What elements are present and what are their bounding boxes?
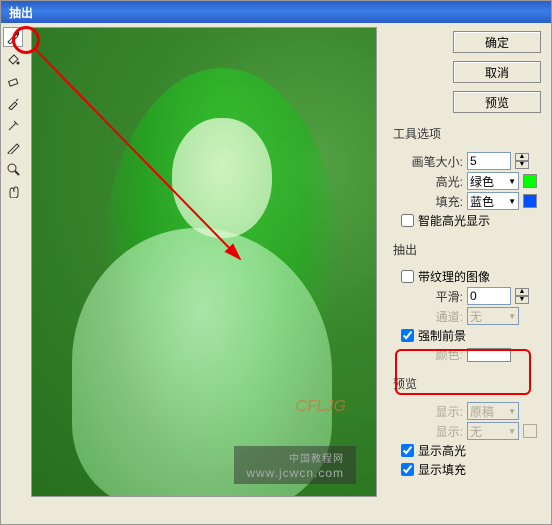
force-fg-label: 强制前景 — [418, 327, 466, 344]
display-select: 无▼ — [467, 422, 519, 440]
ok-button[interactable]: 确定 — [453, 31, 541, 53]
bucket-icon — [6, 52, 20, 66]
touchup-icon — [6, 140, 20, 154]
hand-tool[interactable] — [3, 181, 23, 201]
display-swatch — [523, 424, 537, 438]
watermark-url-text: www.jcwcn.com — [246, 466, 344, 480]
show-fill-label: 显示填充 — [418, 461, 466, 478]
channel-select: 无▼ — [467, 307, 519, 325]
cleanup-tool[interactable] — [3, 115, 23, 135]
force-fg-checkbox[interactable] — [401, 329, 414, 342]
tool-options-title: 工具选项 — [393, 125, 541, 142]
brush-size-label: 画笔大小: — [401, 153, 463, 170]
edge-touchup-tool[interactable] — [3, 137, 23, 157]
dialog-title: 抽出 — [9, 6, 33, 20]
eraser-icon — [6, 74, 20, 88]
smart-highlight-checkbox[interactable] — [401, 214, 414, 227]
eyedropper-icon — [6, 96, 20, 110]
cleanup-icon — [6, 118, 20, 132]
options-panel: 确定 取消 预览 工具选项 画笔大小: ▲▼ 高光: 绿色▼ 填充: 蓝色▼ — [383, 23, 551, 524]
smooth-stepper[interactable]: ▲▼ — [515, 288, 529, 304]
textured-checkbox[interactable] — [401, 270, 414, 283]
highlight-select[interactable]: 绿色▼ — [467, 172, 519, 190]
smart-highlight-label: 智能高光显示 — [418, 212, 490, 229]
show-highlight-checkbox[interactable] — [401, 444, 414, 457]
extract-title: 抽出 — [393, 241, 541, 258]
channel-label: 通道: — [401, 308, 463, 325]
annotation-arrow — [30, 44, 260, 274]
fill-select[interactable]: 蓝色▼ — [467, 192, 519, 210]
fill-swatch[interactable] — [523, 194, 537, 208]
show-fill-checkbox[interactable] — [401, 463, 414, 476]
fill-label: 填充: — [401, 193, 463, 210]
tool-strip — [1, 23, 25, 524]
watermark-brand: CFLJG — [295, 398, 346, 416]
eyedropper-tool[interactable] — [3, 93, 23, 113]
zoom-tool[interactable] — [3, 159, 23, 179]
smooth-label: 平滑: — [401, 288, 463, 305]
titlebar: 抽出 — [1, 1, 551, 23]
show-label: 显示: — [401, 403, 463, 420]
cancel-button[interactable]: 取消 — [453, 61, 541, 83]
brush-size-input[interactable] — [467, 152, 511, 170]
smooth-input[interactable] — [467, 287, 511, 305]
highlight-label: 高光: — [401, 173, 463, 190]
watermark-cn: 中国教程网 — [246, 450, 344, 465]
annotation-box-force-fg — [395, 349, 531, 395]
show-highlight-label: 显示高光 — [418, 442, 466, 459]
preview-button[interactable]: 预览 — [453, 91, 541, 113]
zoom-icon — [6, 162, 20, 176]
display-label: 显示: — [401, 423, 463, 440]
watermark-url: 中国教程网 www.jcwcn.com — [234, 446, 356, 484]
hand-icon — [6, 184, 20, 198]
show-select: 原稿▼ — [467, 402, 519, 420]
brush-size-stepper[interactable]: ▲▼ — [515, 153, 529, 169]
highlight-swatch[interactable] — [523, 174, 537, 188]
textured-label: 带纹理的图像 — [418, 268, 490, 285]
eraser-tool[interactable] — [3, 71, 23, 91]
